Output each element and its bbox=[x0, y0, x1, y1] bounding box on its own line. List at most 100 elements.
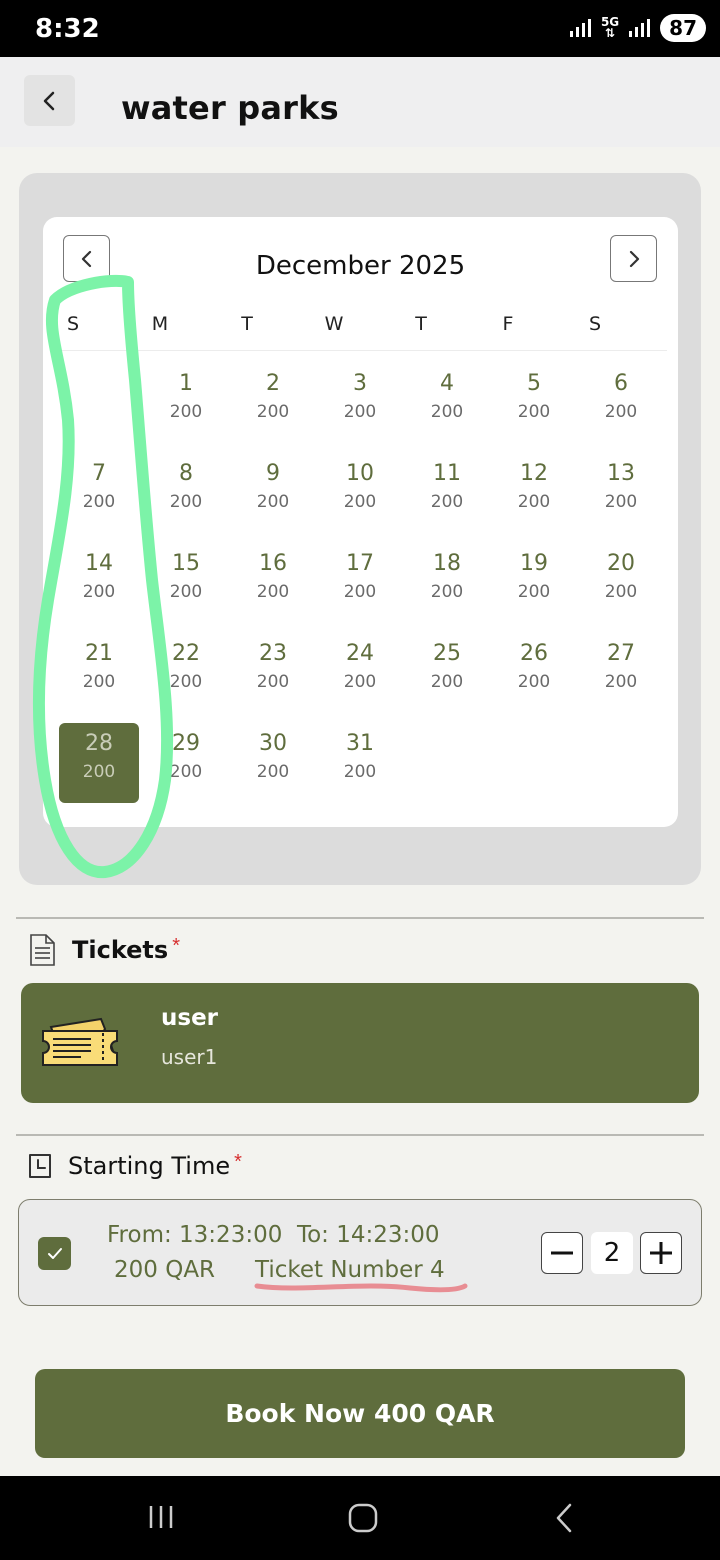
starting-time-title-wrap: Starting Time * bbox=[68, 1151, 242, 1180]
calendar-day[interactable]: 25 200 bbox=[407, 633, 487, 713]
back-button[interactable] bbox=[24, 75, 75, 126]
calendar-day[interactable]: 6 200 bbox=[581, 363, 661, 443]
day-price: 200 bbox=[169, 582, 203, 602]
calendar-day[interactable]: 30 200 bbox=[233, 723, 313, 803]
calendar-day[interactable]: 1 200 bbox=[146, 363, 226, 443]
ticket-option[interactable]: user user1 bbox=[21, 983, 699, 1103]
status-icons: 5G ⇅ 87 bbox=[569, 14, 706, 42]
calendar-day[interactable]: 31 200 bbox=[320, 723, 400, 803]
calendar-day[interactable]: 12 200 bbox=[494, 453, 574, 533]
ticket-subtitle: user1 bbox=[161, 1045, 218, 1069]
day-number: 3 bbox=[353, 371, 367, 396]
day-number: 19 bbox=[520, 551, 548, 576]
day-number: 21 bbox=[85, 641, 113, 666]
ticket-name: user bbox=[161, 1005, 219, 1031]
weekday-label: S bbox=[588, 313, 602, 335]
day-price: 200 bbox=[430, 402, 464, 422]
day-number: 22 bbox=[172, 641, 200, 666]
decrease-quantity-button[interactable] bbox=[541, 1232, 583, 1274]
signal-icon bbox=[569, 19, 591, 37]
day-number: 18 bbox=[433, 551, 461, 576]
day-price: 200 bbox=[169, 492, 203, 512]
starting-time-section-header: Starting Time * bbox=[26, 1151, 242, 1181]
calendar-day[interactable]: 20 200 bbox=[581, 543, 661, 623]
status-time: 8:32 bbox=[35, 14, 100, 44]
system-nav-bar bbox=[0, 1476, 720, 1560]
calendar-day[interactable]: 3 200 bbox=[320, 363, 400, 443]
calendar-day[interactable]: 15 200 bbox=[146, 543, 226, 623]
day-price: 200 bbox=[82, 762, 116, 782]
day-number: 6 bbox=[614, 371, 628, 396]
calendar-day[interactable]: 21 200 bbox=[59, 633, 139, 713]
day-number: 28 bbox=[85, 731, 113, 756]
time-slot-checkbox[interactable] bbox=[38, 1237, 71, 1270]
check-icon bbox=[47, 1247, 62, 1259]
calendar-day[interactable]: 5 200 bbox=[494, 363, 574, 443]
calendar-day[interactable]: 27 200 bbox=[581, 633, 661, 713]
day-number: 25 bbox=[433, 641, 461, 666]
day-price: 200 bbox=[517, 672, 551, 692]
day-price: 200 bbox=[169, 762, 203, 782]
calendar-day[interactable]: 11 200 bbox=[407, 453, 487, 533]
plus-icon bbox=[650, 1242, 672, 1264]
network-label: 5G bbox=[600, 15, 620, 29]
day-price: 200 bbox=[517, 402, 551, 422]
calendar-day[interactable]: 14 200 bbox=[59, 543, 139, 623]
book-now-button[interactable]: Book Now 400 QAR bbox=[35, 1369, 685, 1458]
day-price: 200 bbox=[82, 582, 116, 602]
day-number: 14 bbox=[85, 551, 113, 576]
calendar-day[interactable]: 8 200 bbox=[146, 453, 226, 533]
calendar-day[interactable]: 2 200 bbox=[233, 363, 313, 443]
day-price: 200 bbox=[430, 582, 464, 602]
minus-icon bbox=[551, 1251, 573, 1255]
day-price: 200 bbox=[256, 582, 290, 602]
signal-icon-2 bbox=[629, 19, 651, 37]
calendar-day[interactable]: 18 200 bbox=[407, 543, 487, 623]
calendar-day[interactable]: 24 200 bbox=[320, 633, 400, 713]
divider bbox=[16, 917, 704, 919]
calendar-day[interactable]: 19 200 bbox=[494, 543, 574, 623]
time-slot-card[interactable]: From: 13:23:00 To: 14:23:00 200 QAR Tick… bbox=[18, 1199, 702, 1306]
calendar-day[interactable]: 10 200 bbox=[320, 453, 400, 533]
calendar-day[interactable]: 9 200 bbox=[233, 453, 313, 533]
calendar-day[interactable]: 28 200 bbox=[59, 723, 139, 803]
day-price: 200 bbox=[343, 762, 377, 782]
calendar-day[interactable]: 7 200 bbox=[59, 453, 139, 533]
back-nav-icon[interactable] bbox=[552, 1502, 576, 1534]
recent-apps-icon[interactable] bbox=[146, 1502, 176, 1532]
day-number: 4 bbox=[440, 371, 454, 396]
calendar-month-label: December 2025 bbox=[255, 251, 466, 281]
calendar-day[interactable]: 23 200 bbox=[233, 633, 313, 713]
day-number: 16 bbox=[259, 551, 287, 576]
app-header: water parks bbox=[0, 57, 720, 147]
required-mark: * bbox=[234, 1151, 242, 1173]
tickets-title: Tickets bbox=[72, 936, 169, 964]
calendar-day[interactable]: 22 200 bbox=[146, 633, 226, 713]
day-price: 200 bbox=[343, 672, 377, 692]
day-price: 200 bbox=[256, 492, 290, 512]
home-icon[interactable] bbox=[347, 1502, 379, 1534]
day-price: 200 bbox=[604, 672, 638, 692]
calendar-day[interactable]: 26 200 bbox=[494, 633, 574, 713]
next-month-button[interactable] bbox=[610, 235, 657, 282]
clock-icon bbox=[29, 1154, 51, 1178]
day-number: 27 bbox=[607, 641, 635, 666]
tickets-title-wrap: Tickets * bbox=[72, 935, 180, 964]
day-price: 200 bbox=[343, 582, 377, 602]
calendar-day[interactable]: 13 200 bbox=[581, 453, 661, 533]
increase-quantity-button[interactable] bbox=[640, 1232, 682, 1274]
chevron-left-icon bbox=[43, 91, 54, 110]
weekday-label: T bbox=[415, 313, 427, 335]
calendar-day[interactable]: 4 200 bbox=[407, 363, 487, 443]
calendar-day[interactable]: 16 200 bbox=[233, 543, 313, 623]
day-number: 11 bbox=[433, 461, 461, 486]
day-number: 12 bbox=[520, 461, 548, 486]
calendar-day[interactable]: 29 200 bbox=[146, 723, 226, 803]
calendar-day[interactable]: 17 200 bbox=[320, 543, 400, 623]
day-number: 1 bbox=[179, 371, 193, 396]
day-number: 8 bbox=[179, 461, 193, 486]
day-number: 20 bbox=[607, 551, 635, 576]
time-range: From: 13:23:00 To: 14:23:00 bbox=[107, 1222, 440, 1248]
day-price: 200 bbox=[343, 492, 377, 512]
day-number: 29 bbox=[172, 731, 200, 756]
